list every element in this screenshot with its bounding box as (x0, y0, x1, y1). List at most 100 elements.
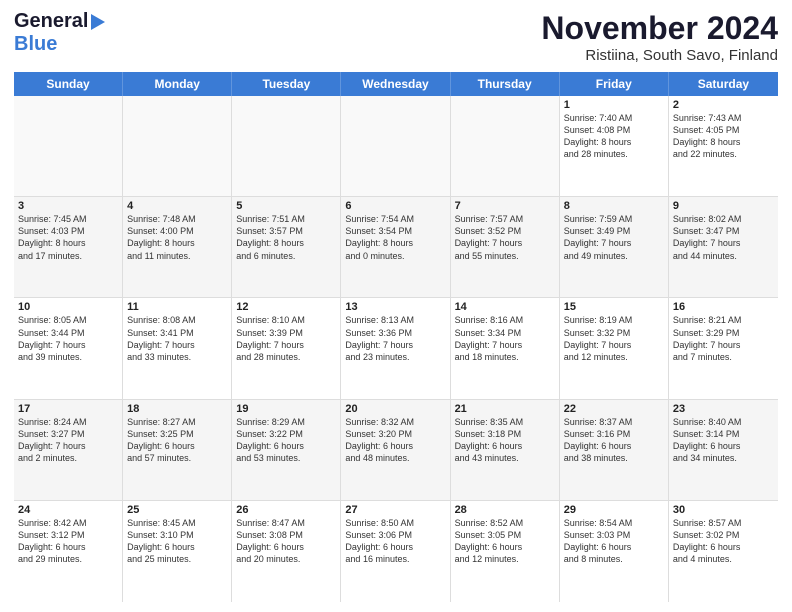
header: General Blue November 2024 Ristiina, Sou… (14, 10, 778, 64)
day-number-13: 13 (345, 301, 445, 313)
day-number-9: 9 (673, 200, 774, 212)
day-info-14: Sunrise: 8:16 AM Sunset: 3:34 PM Dayligh… (455, 314, 555, 363)
day-number-21: 21 (455, 403, 555, 415)
day-cell-23: 23Sunrise: 8:40 AM Sunset: 3:14 PM Dayli… (669, 400, 778, 500)
day-cell-22: 22Sunrise: 8:37 AM Sunset: 3:16 PM Dayli… (560, 400, 669, 500)
empty-cell (451, 96, 560, 196)
day-cell-8: 8Sunrise: 7:59 AM Sunset: 3:49 PM Daylig… (560, 197, 669, 297)
calendar-body: 1Sunrise: 7:40 AM Sunset: 4:08 PM Daylig… (14, 96, 778, 602)
day-cell-19: 19Sunrise: 8:29 AM Sunset: 3:22 PM Dayli… (232, 400, 341, 500)
day-number-6: 6 (345, 200, 445, 212)
day-number-15: 15 (564, 301, 664, 313)
day-info-6: Sunrise: 7:54 AM Sunset: 3:54 PM Dayligh… (345, 213, 445, 262)
day-number-28: 28 (455, 504, 555, 516)
day-info-8: Sunrise: 7:59 AM Sunset: 3:49 PM Dayligh… (564, 213, 664, 262)
day-info-2: Sunrise: 7:43 AM Sunset: 4:05 PM Dayligh… (673, 112, 774, 161)
week-row-3: 10Sunrise: 8:05 AM Sunset: 3:44 PM Dayli… (14, 298, 778, 399)
day-info-24: Sunrise: 8:42 AM Sunset: 3:12 PM Dayligh… (18, 517, 118, 566)
empty-cell (14, 96, 123, 196)
day-number-20: 20 (345, 403, 445, 415)
day-cell-24: 24Sunrise: 8:42 AM Sunset: 3:12 PM Dayli… (14, 501, 123, 602)
day-info-23: Sunrise: 8:40 AM Sunset: 3:14 PM Dayligh… (673, 416, 774, 465)
header-wednesday: Wednesday (341, 72, 450, 96)
day-cell-27: 27Sunrise: 8:50 AM Sunset: 3:06 PM Dayli… (341, 501, 450, 602)
day-info-19: Sunrise: 8:29 AM Sunset: 3:22 PM Dayligh… (236, 416, 336, 465)
day-info-3: Sunrise: 7:45 AM Sunset: 4:03 PM Dayligh… (18, 213, 118, 262)
day-number-10: 10 (18, 301, 118, 313)
day-number-17: 17 (18, 403, 118, 415)
day-number-12: 12 (236, 301, 336, 313)
day-info-27: Sunrise: 8:50 AM Sunset: 3:06 PM Dayligh… (345, 517, 445, 566)
week-row-4: 17Sunrise: 8:24 AM Sunset: 3:27 PM Dayli… (14, 400, 778, 501)
week-row-2: 3Sunrise: 7:45 AM Sunset: 4:03 PM Daylig… (14, 197, 778, 298)
day-number-24: 24 (18, 504, 118, 516)
day-number-23: 23 (673, 403, 774, 415)
day-info-29: Sunrise: 8:54 AM Sunset: 3:03 PM Dayligh… (564, 517, 664, 566)
header-saturday: Saturday (669, 72, 778, 96)
day-cell-18: 18Sunrise: 8:27 AM Sunset: 3:25 PM Dayli… (123, 400, 232, 500)
day-number-18: 18 (127, 403, 227, 415)
day-number-8: 8 (564, 200, 664, 212)
day-cell-5: 5Sunrise: 7:51 AM Sunset: 3:57 PM Daylig… (232, 197, 341, 297)
day-cell-10: 10Sunrise: 8:05 AM Sunset: 3:44 PM Dayli… (14, 298, 123, 398)
calendar-header: Sunday Monday Tuesday Wednesday Thursday… (14, 72, 778, 96)
day-info-5: Sunrise: 7:51 AM Sunset: 3:57 PM Dayligh… (236, 213, 336, 262)
day-info-13: Sunrise: 8:13 AM Sunset: 3:36 PM Dayligh… (345, 314, 445, 363)
day-info-15: Sunrise: 8:19 AM Sunset: 3:32 PM Dayligh… (564, 314, 664, 363)
day-number-4: 4 (127, 200, 227, 212)
day-cell-17: 17Sunrise: 8:24 AM Sunset: 3:27 PM Dayli… (14, 400, 123, 500)
day-cell-15: 15Sunrise: 8:19 AM Sunset: 3:32 PM Dayli… (560, 298, 669, 398)
header-sunday: Sunday (14, 72, 123, 96)
day-number-26: 26 (236, 504, 336, 516)
empty-cell (341, 96, 450, 196)
day-cell-20: 20Sunrise: 8:32 AM Sunset: 3:20 PM Dayli… (341, 400, 450, 500)
day-number-19: 19 (236, 403, 336, 415)
day-info-9: Sunrise: 8:02 AM Sunset: 3:47 PM Dayligh… (673, 213, 774, 262)
logo-general: General (14, 10, 88, 33)
day-cell-12: 12Sunrise: 8:10 AM Sunset: 3:39 PM Dayli… (232, 298, 341, 398)
header-tuesday: Tuesday (232, 72, 341, 96)
logo-blue: Blue (14, 33, 57, 56)
header-friday: Friday (560, 72, 669, 96)
empty-cell (123, 96, 232, 196)
day-cell-26: 26Sunrise: 8:47 AM Sunset: 3:08 PM Dayli… (232, 501, 341, 602)
day-number-22: 22 (564, 403, 664, 415)
day-info-18: Sunrise: 8:27 AM Sunset: 3:25 PM Dayligh… (127, 416, 227, 465)
empty-cell (232, 96, 341, 196)
day-cell-28: 28Sunrise: 8:52 AM Sunset: 3:05 PM Dayli… (451, 501, 560, 602)
day-info-22: Sunrise: 8:37 AM Sunset: 3:16 PM Dayligh… (564, 416, 664, 465)
day-info-25: Sunrise: 8:45 AM Sunset: 3:10 PM Dayligh… (127, 517, 227, 566)
day-cell-13: 13Sunrise: 8:13 AM Sunset: 3:36 PM Dayli… (341, 298, 450, 398)
page: General Blue November 2024 Ristiina, Sou… (0, 0, 792, 612)
header-thursday: Thursday (451, 72, 560, 96)
day-info-30: Sunrise: 8:57 AM Sunset: 3:02 PM Dayligh… (673, 517, 774, 566)
day-cell-3: 3Sunrise: 7:45 AM Sunset: 4:03 PM Daylig… (14, 197, 123, 297)
month-title: November 2024 (541, 10, 778, 47)
day-number-27: 27 (345, 504, 445, 516)
day-info-20: Sunrise: 8:32 AM Sunset: 3:20 PM Dayligh… (345, 416, 445, 465)
day-cell-14: 14Sunrise: 8:16 AM Sunset: 3:34 PM Dayli… (451, 298, 560, 398)
logo-line1: General (14, 10, 107, 33)
day-cell-30: 30Sunrise: 8:57 AM Sunset: 3:02 PM Dayli… (669, 501, 778, 602)
day-cell-9: 9Sunrise: 8:02 AM Sunset: 3:47 PM Daylig… (669, 197, 778, 297)
day-info-26: Sunrise: 8:47 AM Sunset: 3:08 PM Dayligh… (236, 517, 336, 566)
day-cell-2: 2Sunrise: 7:43 AM Sunset: 4:05 PM Daylig… (669, 96, 778, 196)
day-cell-21: 21Sunrise: 8:35 AM Sunset: 3:18 PM Dayli… (451, 400, 560, 500)
day-info-28: Sunrise: 8:52 AM Sunset: 3:05 PM Dayligh… (455, 517, 555, 566)
day-info-16: Sunrise: 8:21 AM Sunset: 3:29 PM Dayligh… (673, 314, 774, 363)
day-cell-16: 16Sunrise: 8:21 AM Sunset: 3:29 PM Dayli… (669, 298, 778, 398)
day-number-29: 29 (564, 504, 664, 516)
day-cell-6: 6Sunrise: 7:54 AM Sunset: 3:54 PM Daylig… (341, 197, 450, 297)
day-cell-29: 29Sunrise: 8:54 AM Sunset: 3:03 PM Dayli… (560, 501, 669, 602)
day-number-5: 5 (236, 200, 336, 212)
day-number-1: 1 (564, 99, 664, 111)
day-cell-7: 7Sunrise: 7:57 AM Sunset: 3:52 PM Daylig… (451, 197, 560, 297)
day-info-4: Sunrise: 7:48 AM Sunset: 4:00 PM Dayligh… (127, 213, 227, 262)
day-info-12: Sunrise: 8:10 AM Sunset: 3:39 PM Dayligh… (236, 314, 336, 363)
day-info-11: Sunrise: 8:08 AM Sunset: 3:41 PM Dayligh… (127, 314, 227, 363)
calendar: Sunday Monday Tuesday Wednesday Thursday… (14, 72, 778, 602)
day-number-2: 2 (673, 99, 774, 111)
week-row-5: 24Sunrise: 8:42 AM Sunset: 3:12 PM Dayli… (14, 501, 778, 602)
title-block: November 2024 Ristiina, South Savo, Finl… (541, 10, 778, 64)
day-cell-25: 25Sunrise: 8:45 AM Sunset: 3:10 PM Dayli… (123, 501, 232, 602)
